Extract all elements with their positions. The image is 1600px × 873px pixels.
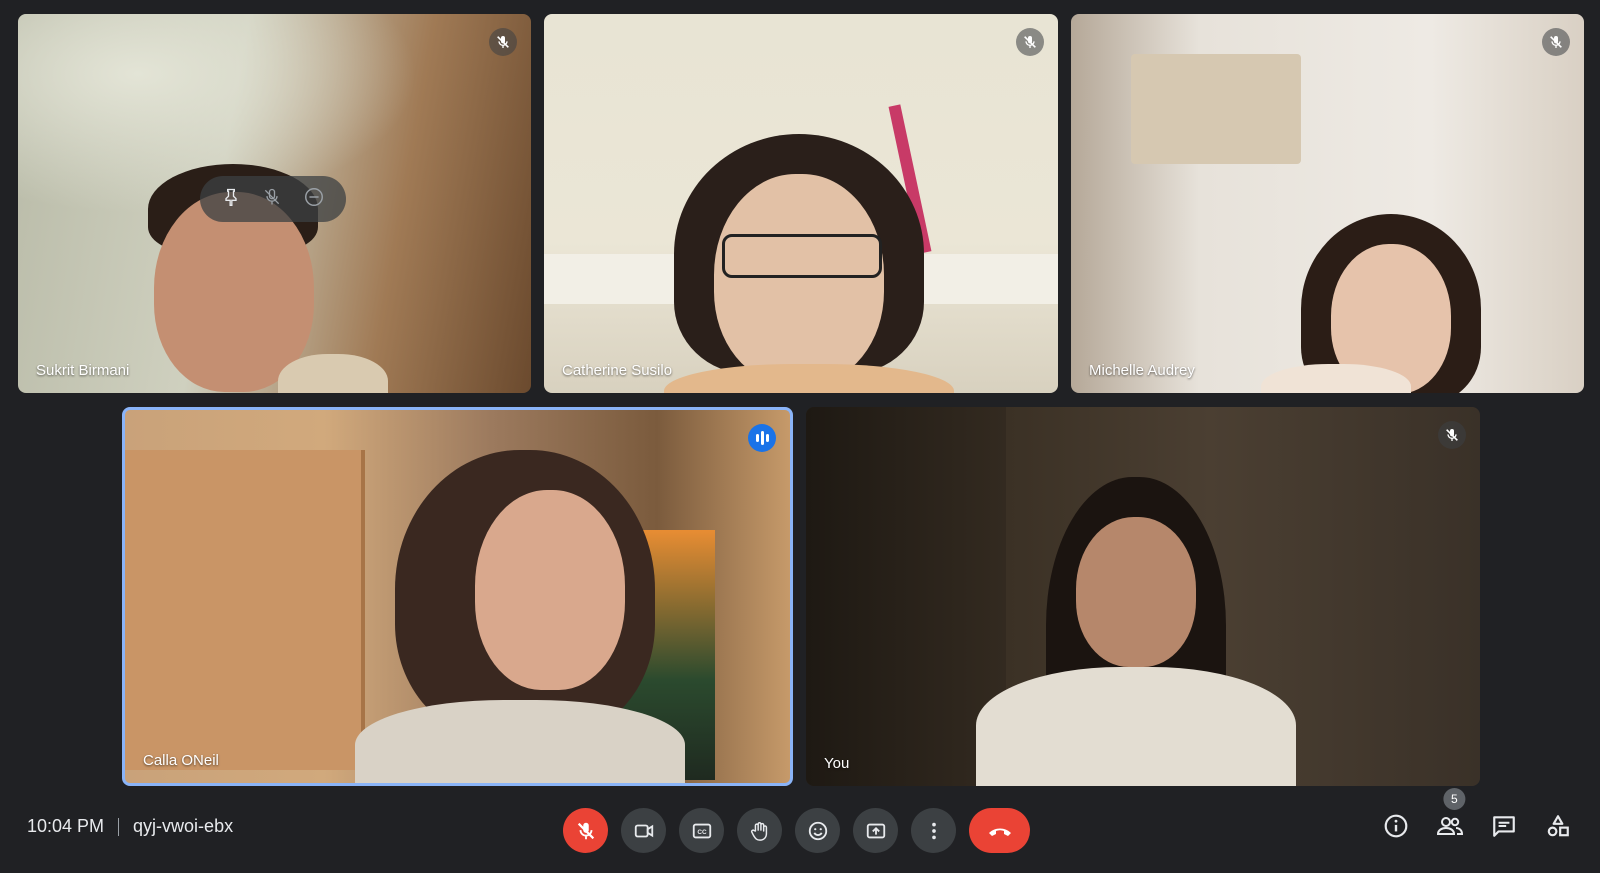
activities-button[interactable]: [1544, 812, 1572, 840]
pin-icon[interactable]: [221, 187, 241, 212]
call-controls: CC: [563, 808, 1030, 853]
person-figure: [1261, 214, 1511, 393]
camera-toggle-button[interactable]: [621, 808, 666, 853]
svg-text:CC: CC: [697, 829, 707, 836]
microphone-toggle-button[interactable]: [563, 808, 608, 853]
closed-captions-icon: CC: [692, 823, 711, 838]
participant-tile-michelle[interactable]: Michelle Audrey: [1071, 14, 1584, 393]
meeting-details-button[interactable]: [1382, 812, 1410, 840]
participant-name: Catherine Susilo: [562, 362, 673, 379]
people-count-badge: 5: [1443, 788, 1466, 810]
mute-participant-icon[interactable]: [262, 187, 282, 212]
participant-tile-catherine[interactable]: Catherine Susilo: [544, 14, 1058, 393]
person-figure: [976, 477, 1316, 786]
participant-tile-you[interactable]: You: [806, 407, 1480, 786]
participant-name: You: [824, 755, 850, 772]
people-button[interactable]: 5: [1436, 788, 1466, 840]
present-screen-button[interactable]: [853, 808, 898, 853]
participant-tile-sukrit[interactable]: Sukrit Birmani: [18, 14, 531, 393]
person-figure: [355, 450, 695, 783]
mic-off-icon: [577, 822, 594, 839]
tile-hover-menu: [200, 176, 346, 222]
mic-off-icon: [1438, 421, 1466, 449]
current-time: 10:04 PM: [27, 816, 105, 836]
chat-icon: [1493, 816, 1515, 837]
more-vert-icon: [931, 822, 936, 839]
person-figure: [664, 134, 954, 393]
mic-off-icon: [1542, 28, 1570, 56]
more-options-button[interactable]: [911, 808, 956, 853]
mic-off-icon: [489, 28, 517, 56]
divider: [118, 817, 120, 836]
meeting-code: qyj-vwoi-ebx: [133, 816, 234, 836]
people-icon: [1436, 817, 1464, 835]
participant-name: Calla ONeil: [143, 752, 219, 769]
smiley-icon: [808, 821, 827, 840]
hand-icon: [750, 821, 767, 841]
remove-icon[interactable]: [303, 186, 325, 213]
chat-button[interactable]: [1490, 812, 1518, 840]
leave-call-button[interactable]: [969, 808, 1030, 853]
participant-name: Sukrit Birmani: [36, 362, 130, 379]
shelves-bg: [125, 450, 365, 770]
hang-up-icon: [988, 828, 1011, 836]
participant-tile-calla[interactable]: Calla ONeil: [122, 407, 793, 786]
reactions-button[interactable]: [795, 808, 840, 853]
mic-off-icon: [1016, 28, 1044, 56]
video-camera-icon: [634, 824, 653, 837]
meeting-info: 10:04 PM qyj-vwoi-ebx: [27, 816, 233, 837]
participant-name: Michelle Audrey: [1089, 362, 1195, 379]
captions-button[interactable]: CC: [679, 808, 724, 853]
wall-art: [1131, 54, 1301, 164]
speaking-indicator-icon: [748, 424, 776, 452]
shapes-icon: [1547, 815, 1569, 837]
info-icon: [1384, 814, 1408, 838]
raise-hand-button[interactable]: [737, 808, 782, 853]
side-panel-controls: 5: [1382, 788, 1572, 840]
present-icon: [866, 823, 885, 838]
